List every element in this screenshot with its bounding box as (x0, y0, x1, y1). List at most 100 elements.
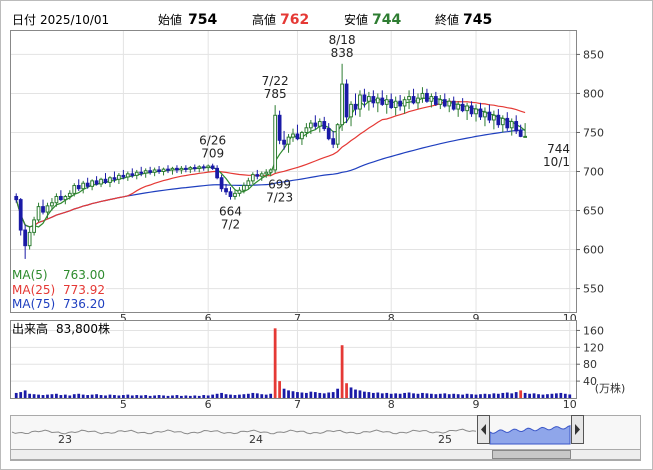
navigator-right-handle[interactable] (571, 415, 584, 444)
navigator-left-handle[interactable] (477, 415, 490, 444)
candle-body (210, 165, 215, 169)
annotation-label: 699 (268, 177, 291, 191)
volume-bar (403, 392, 406, 398)
volume-bar (563, 393, 567, 398)
volume-bar (322, 393, 326, 398)
candle-body (478, 108, 483, 118)
volume-bar (305, 392, 308, 398)
volume-bar (452, 393, 456, 398)
volume-bar (349, 387, 353, 398)
volume-bar (380, 393, 384, 398)
price-y-tick-label: 650 (583, 205, 604, 218)
volume-bar (376, 392, 380, 398)
candle-body (139, 171, 144, 174)
volume-bar (108, 394, 112, 398)
volume-bar (514, 392, 518, 398)
volume-bar (443, 393, 447, 398)
stock-chart-window: 日付 2025/10/01 始値 754 高値 762 安値 744 終値 74… (0, 0, 653, 470)
candle-body (407, 96, 411, 101)
volume-bar (95, 394, 98, 398)
volume-bar (340, 345, 344, 398)
volume-bar (336, 388, 340, 398)
volume-bar (130, 395, 134, 398)
volume-bar (197, 395, 201, 398)
volume-bar (117, 395, 121, 398)
candle-body (317, 121, 322, 127)
volume-x-tick-label: 9 (473, 398, 480, 411)
candle-body (277, 114, 282, 141)
date-label: 日付 (12, 13, 36, 27)
volume-bar (358, 390, 362, 398)
volume-bar (568, 394, 572, 398)
candle-body (322, 121, 327, 130)
candle-body (349, 103, 353, 118)
candle-body (375, 97, 380, 104)
candle-body (433, 96, 438, 105)
volume-bar (434, 394, 438, 398)
candle-body (148, 170, 153, 173)
candle-body (103, 178, 108, 183)
volume-y-tick-label: 160 (583, 324, 604, 337)
volume-bar (269, 393, 273, 398)
volume-bar (438, 393, 442, 398)
volume-bar (229, 394, 232, 398)
volume-bar (385, 392, 389, 398)
candle-body (442, 99, 447, 107)
candle-body (380, 97, 385, 105)
annotation-label: 664 (219, 205, 242, 219)
candle-body (183, 167, 188, 170)
candle-body (340, 83, 344, 126)
candle-body (523, 135, 528, 138)
navigator-scroll-thumb[interactable] (492, 450, 571, 459)
volume-bar (461, 394, 465, 398)
ma25-legend-value: 773.92 (63, 283, 105, 297)
range-navigator[interactable]: 23 24 25 (10, 415, 641, 461)
volume-bar (68, 395, 72, 398)
volume-bar (144, 395, 148, 398)
volume-bar (407, 392, 411, 398)
ma-legend: MA(5) 763.00 MA(25) 773.92 MA(75) 736.20 (11, 266, 106, 311)
candle-body (99, 178, 103, 185)
volume-bar (171, 395, 174, 398)
ma5-legend-value: 763.00 (63, 268, 105, 282)
candle-body (509, 121, 514, 129)
candle-body (496, 114, 501, 126)
candle-body (72, 185, 77, 194)
volume-bar (77, 393, 81, 398)
volume-bar (278, 381, 281, 398)
volume-bar (528, 393, 531, 398)
volume-bar (215, 393, 219, 398)
candle-body (304, 127, 309, 133)
candle-body (14, 195, 19, 201)
volume-bar (363, 391, 366, 398)
annotation-sublabel: 785 (264, 87, 287, 101)
candle-body (215, 167, 219, 179)
candle-body (50, 202, 54, 207)
candle-body (344, 83, 349, 118)
volume-bar (14, 392, 18, 398)
volume-bar (296, 392, 299, 398)
open-value: 754 (188, 12, 217, 28)
annotation-label: 7/22 (262, 74, 289, 88)
volume-bar (291, 391, 295, 398)
candle-body (250, 174, 255, 182)
volume-bar (90, 394, 94, 398)
volume-unit: (万株) (595, 381, 626, 395)
candle-body (282, 139, 286, 145)
close-label: 終値 (435, 12, 459, 27)
volume-bar (421, 392, 424, 398)
volume-bar (416, 393, 420, 398)
volume-bar (157, 395, 161, 398)
price-y-tick-label: 700 (583, 166, 604, 179)
candle-body (371, 96, 376, 104)
volume-x-tick-label: 10 (563, 398, 577, 411)
candle-body (206, 165, 211, 169)
volume-bar (479, 394, 482, 398)
volume-bar (206, 395, 210, 398)
candle-body (353, 103, 358, 110)
volume-latest: 83,800株 (56, 321, 110, 336)
volume-bar (72, 394, 76, 398)
candle-body (54, 195, 59, 204)
volume-bar (510, 393, 514, 398)
candle-body (367, 96, 371, 102)
